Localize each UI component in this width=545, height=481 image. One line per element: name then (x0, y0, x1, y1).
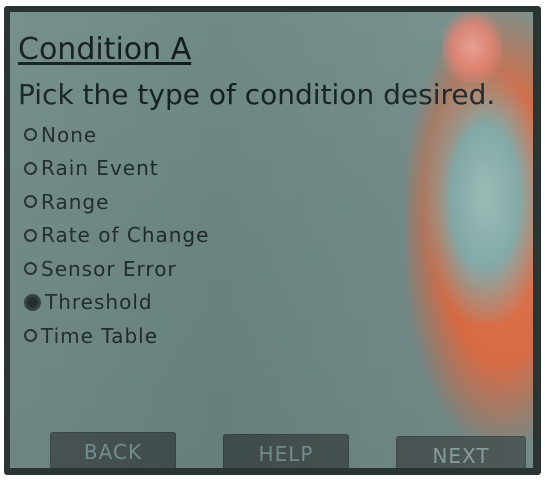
option-label: None (41, 122, 98, 147)
option-label: Sensor Error (41, 256, 177, 281)
screen-reflection-pink (442, 12, 502, 82)
option-range[interactable]: Range (24, 185, 209, 219)
option-label: Rate of Change (41, 223, 210, 248)
option-threshold[interactable]: Threshold (24, 286, 209, 320)
device-photo: Condition A Pick the type of condition d… (0, 0, 545, 481)
radio-unchecked-icon (24, 329, 37, 343)
radio-unchecked-icon (24, 128, 37, 142)
radio-checked-icon (24, 293, 41, 311)
condition-type-list: None Rain Event Range Rate of Change Sen… (24, 118, 209, 353)
option-rain-event[interactable]: Rain Event (24, 152, 209, 186)
back-button[interactable]: BACK (50, 432, 176, 468)
radio-unchecked-icon (24, 262, 37, 276)
option-label: Range (41, 189, 110, 214)
option-sensor-error[interactable]: Sensor Error (24, 252, 209, 286)
page-title: Condition A (18, 32, 192, 67)
lcd-screen: Condition A Pick the type of condition d… (10, 12, 533, 468)
option-time-table[interactable]: Time Table (24, 319, 209, 353)
radio-unchecked-icon (24, 161, 37, 175)
option-label: Time Table (41, 323, 159, 348)
help-button[interactable]: HELP (223, 434, 349, 468)
radio-unchecked-icon (24, 195, 37, 209)
option-rate-of-change[interactable]: Rate of Change (24, 219, 209, 253)
option-none[interactable]: None (24, 118, 209, 152)
option-label: Rain Event (41, 156, 159, 181)
option-label: Threshold (45, 290, 153, 315)
instruction-text: Pick the type of condition desired. (18, 78, 496, 111)
radio-unchecked-icon (24, 228, 37, 242)
next-button[interactable]: NEXT (396, 436, 526, 468)
